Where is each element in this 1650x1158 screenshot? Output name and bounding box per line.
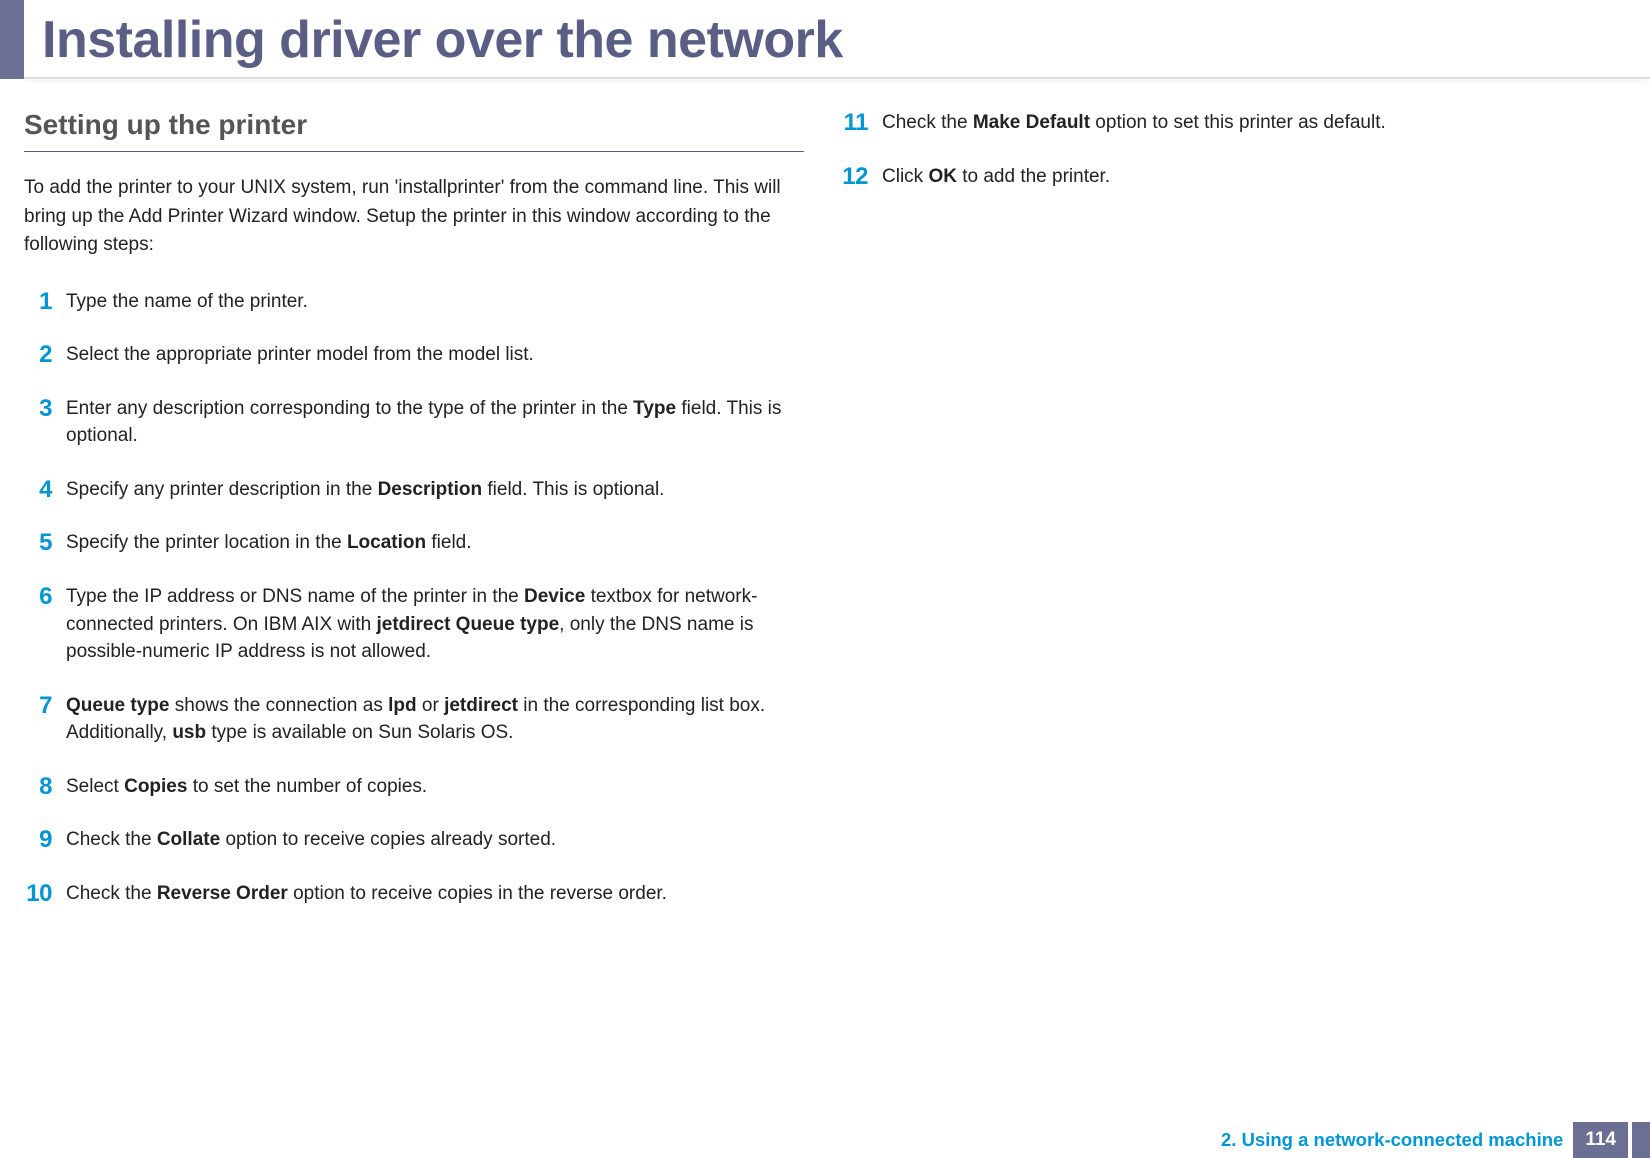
steps-left-container: 1Type the name of the printer.2Select th… bbox=[24, 288, 804, 908]
page-title: Installing driver over the network bbox=[42, 10, 843, 70]
content-area: Setting up the printer To add the printe… bbox=[0, 79, 1650, 933]
step-text: Click OK to add the printer. bbox=[882, 163, 1620, 191]
step-text: Select the appropriate printer model fro… bbox=[66, 341, 804, 369]
step-item: 7Queue type shows the connection as lpd … bbox=[24, 692, 804, 747]
step-number: 4 bbox=[24, 476, 66, 504]
step-text: Check the Make Default option to set thi… bbox=[882, 109, 1620, 137]
step-text: Specify any printer description in the D… bbox=[66, 476, 804, 504]
step-number: 10 bbox=[24, 880, 66, 908]
step-text: Check the Collate option to receive copi… bbox=[66, 826, 804, 854]
step-number: 1 bbox=[24, 288, 66, 316]
right-column: 11Check the Make Default option to set t… bbox=[840, 109, 1620, 933]
intro-text: To add the printer to your UNIX system, … bbox=[24, 174, 804, 260]
step-item: 3Enter any description corresponding to … bbox=[24, 395, 804, 450]
step-item: 10Check the Reverse Order option to rece… bbox=[24, 880, 804, 908]
step-item: 9Check the Collate option to receive cop… bbox=[24, 826, 804, 854]
step-text: Queue type shows the connection as lpd o… bbox=[66, 692, 804, 747]
section-heading: Setting up the printer bbox=[24, 109, 804, 152]
step-number: 12 bbox=[840, 163, 882, 191]
header-underline bbox=[24, 77, 1650, 79]
header-accent bbox=[0, 0, 24, 79]
step-item: 11Check the Make Default option to set t… bbox=[840, 109, 1620, 137]
step-number: 3 bbox=[24, 395, 66, 423]
step-text: Type the IP address or DNS name of the p… bbox=[66, 583, 804, 666]
page-header: Installing driver over the network bbox=[0, 0, 1650, 79]
step-text: Check the Reverse Order option to receiv… bbox=[66, 880, 804, 908]
step-number: 11 bbox=[840, 109, 882, 137]
step-number: 7 bbox=[24, 692, 66, 720]
step-item: 8Select Copies to set the number of copi… bbox=[24, 773, 804, 801]
left-column: Setting up the printer To add the printe… bbox=[24, 109, 804, 933]
step-number: 5 bbox=[24, 529, 66, 557]
step-number: 6 bbox=[24, 583, 66, 611]
step-item: 6Type the IP address or DNS name of the … bbox=[24, 583, 804, 666]
step-text: Enter any description corresponding to t… bbox=[66, 395, 804, 450]
page-footer: 2. Using a network-connected machine 114 bbox=[0, 1122, 1650, 1158]
steps-right-container: 11Check the Make Default option to set t… bbox=[840, 109, 1620, 190]
footer-page-number: 114 bbox=[1573, 1122, 1628, 1158]
step-text: Specify the printer location in the Loca… bbox=[66, 529, 804, 557]
step-text: Select Copies to set the number of copie… bbox=[66, 773, 804, 801]
footer-edge-accent bbox=[1632, 1122, 1650, 1158]
footer-chapter-text: 2. Using a network-connected machine bbox=[1221, 1129, 1563, 1151]
step-text: Type the name of the printer. bbox=[66, 288, 804, 316]
step-item: 2Select the appropriate printer model fr… bbox=[24, 341, 804, 369]
step-number: 8 bbox=[24, 773, 66, 801]
step-number: 9 bbox=[24, 826, 66, 854]
step-item: 5Specify the printer location in the Loc… bbox=[24, 529, 804, 557]
step-item: 4Specify any printer description in the … bbox=[24, 476, 804, 504]
step-item: 1Type the name of the printer. bbox=[24, 288, 804, 316]
step-item: 12Click OK to add the printer. bbox=[840, 163, 1620, 191]
step-number: 2 bbox=[24, 341, 66, 369]
